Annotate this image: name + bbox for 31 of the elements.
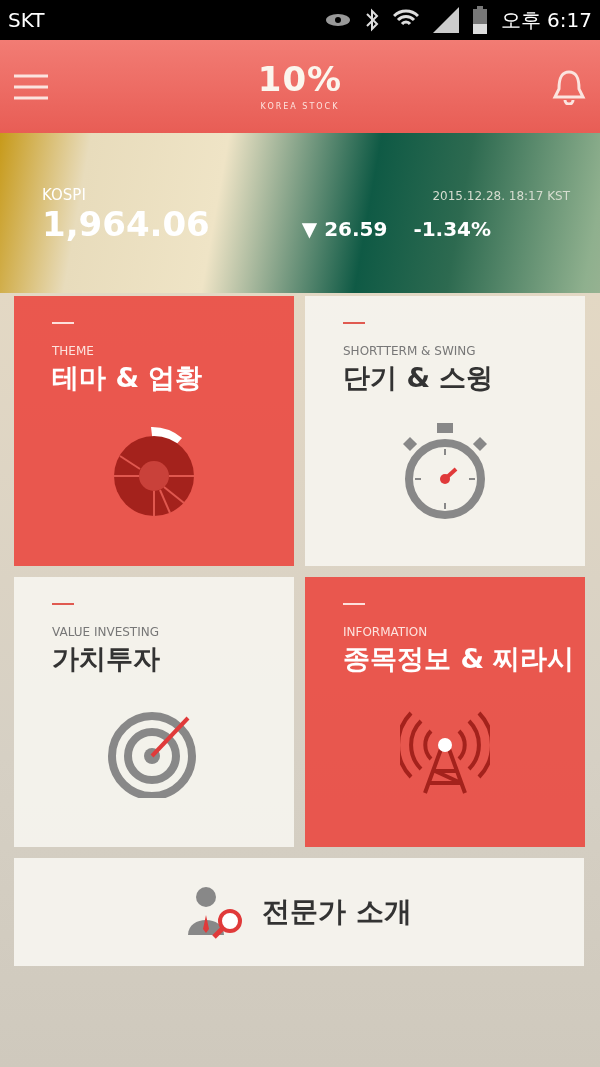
tile-subtitle: VALUE INVESTING xyxy=(52,625,159,639)
index-name: KOSPI xyxy=(42,185,86,204)
tile-subtitle: INFORMATION xyxy=(343,625,428,639)
expert-intro-button[interactable]: 전문가 소개 xyxy=(14,858,584,966)
segmented-ring-icon xyxy=(112,426,196,516)
menu-tile[interactable]: INFORMATION 종목정보 & 찌라시 xyxy=(305,577,585,847)
tile-title: 테마 & 업황 xyxy=(52,361,203,395)
menu-tile[interactable]: THEME 테마 & 업황 xyxy=(14,296,294,566)
stopwatch-icon xyxy=(403,423,487,519)
bluetooth-icon xyxy=(364,8,379,32)
battery-icon xyxy=(472,6,487,34)
timestamp: 2015.12.28. 18:17 KST xyxy=(432,188,570,203)
tile-title: 가치투자 xyxy=(52,642,160,676)
menu-tile[interactable]: VALUE INVESTING 가치투자 xyxy=(14,577,294,847)
carrier-name: SKT xyxy=(8,8,46,32)
index-change: ▼ 26.59 xyxy=(301,216,388,241)
signal-icon xyxy=(432,7,459,33)
tile-title: 종목정보 & 찌라시 xyxy=(343,642,575,676)
eye-icon xyxy=(324,12,351,28)
bell-icon[interactable] xyxy=(552,68,586,105)
clock-time: 오후 6:17 xyxy=(500,6,592,34)
logo-subtitle: KOREA STOCK xyxy=(260,102,340,111)
index-value: 1,964.06 xyxy=(42,203,210,244)
tile-title: 단기 & 스윙 xyxy=(343,361,494,395)
radio-tower-icon xyxy=(400,709,490,795)
index-change-percent: -1.34% xyxy=(413,216,492,241)
app-logo: 10% xyxy=(257,62,343,96)
menu-icon[interactable] xyxy=(14,72,48,101)
tile-subtitle: SHORTTERM & SWING xyxy=(343,344,476,358)
tile-subtitle: THEME xyxy=(52,344,94,358)
menu-tile[interactable]: SHORTTERM & SWING 단기 & 스윙 xyxy=(305,296,585,566)
